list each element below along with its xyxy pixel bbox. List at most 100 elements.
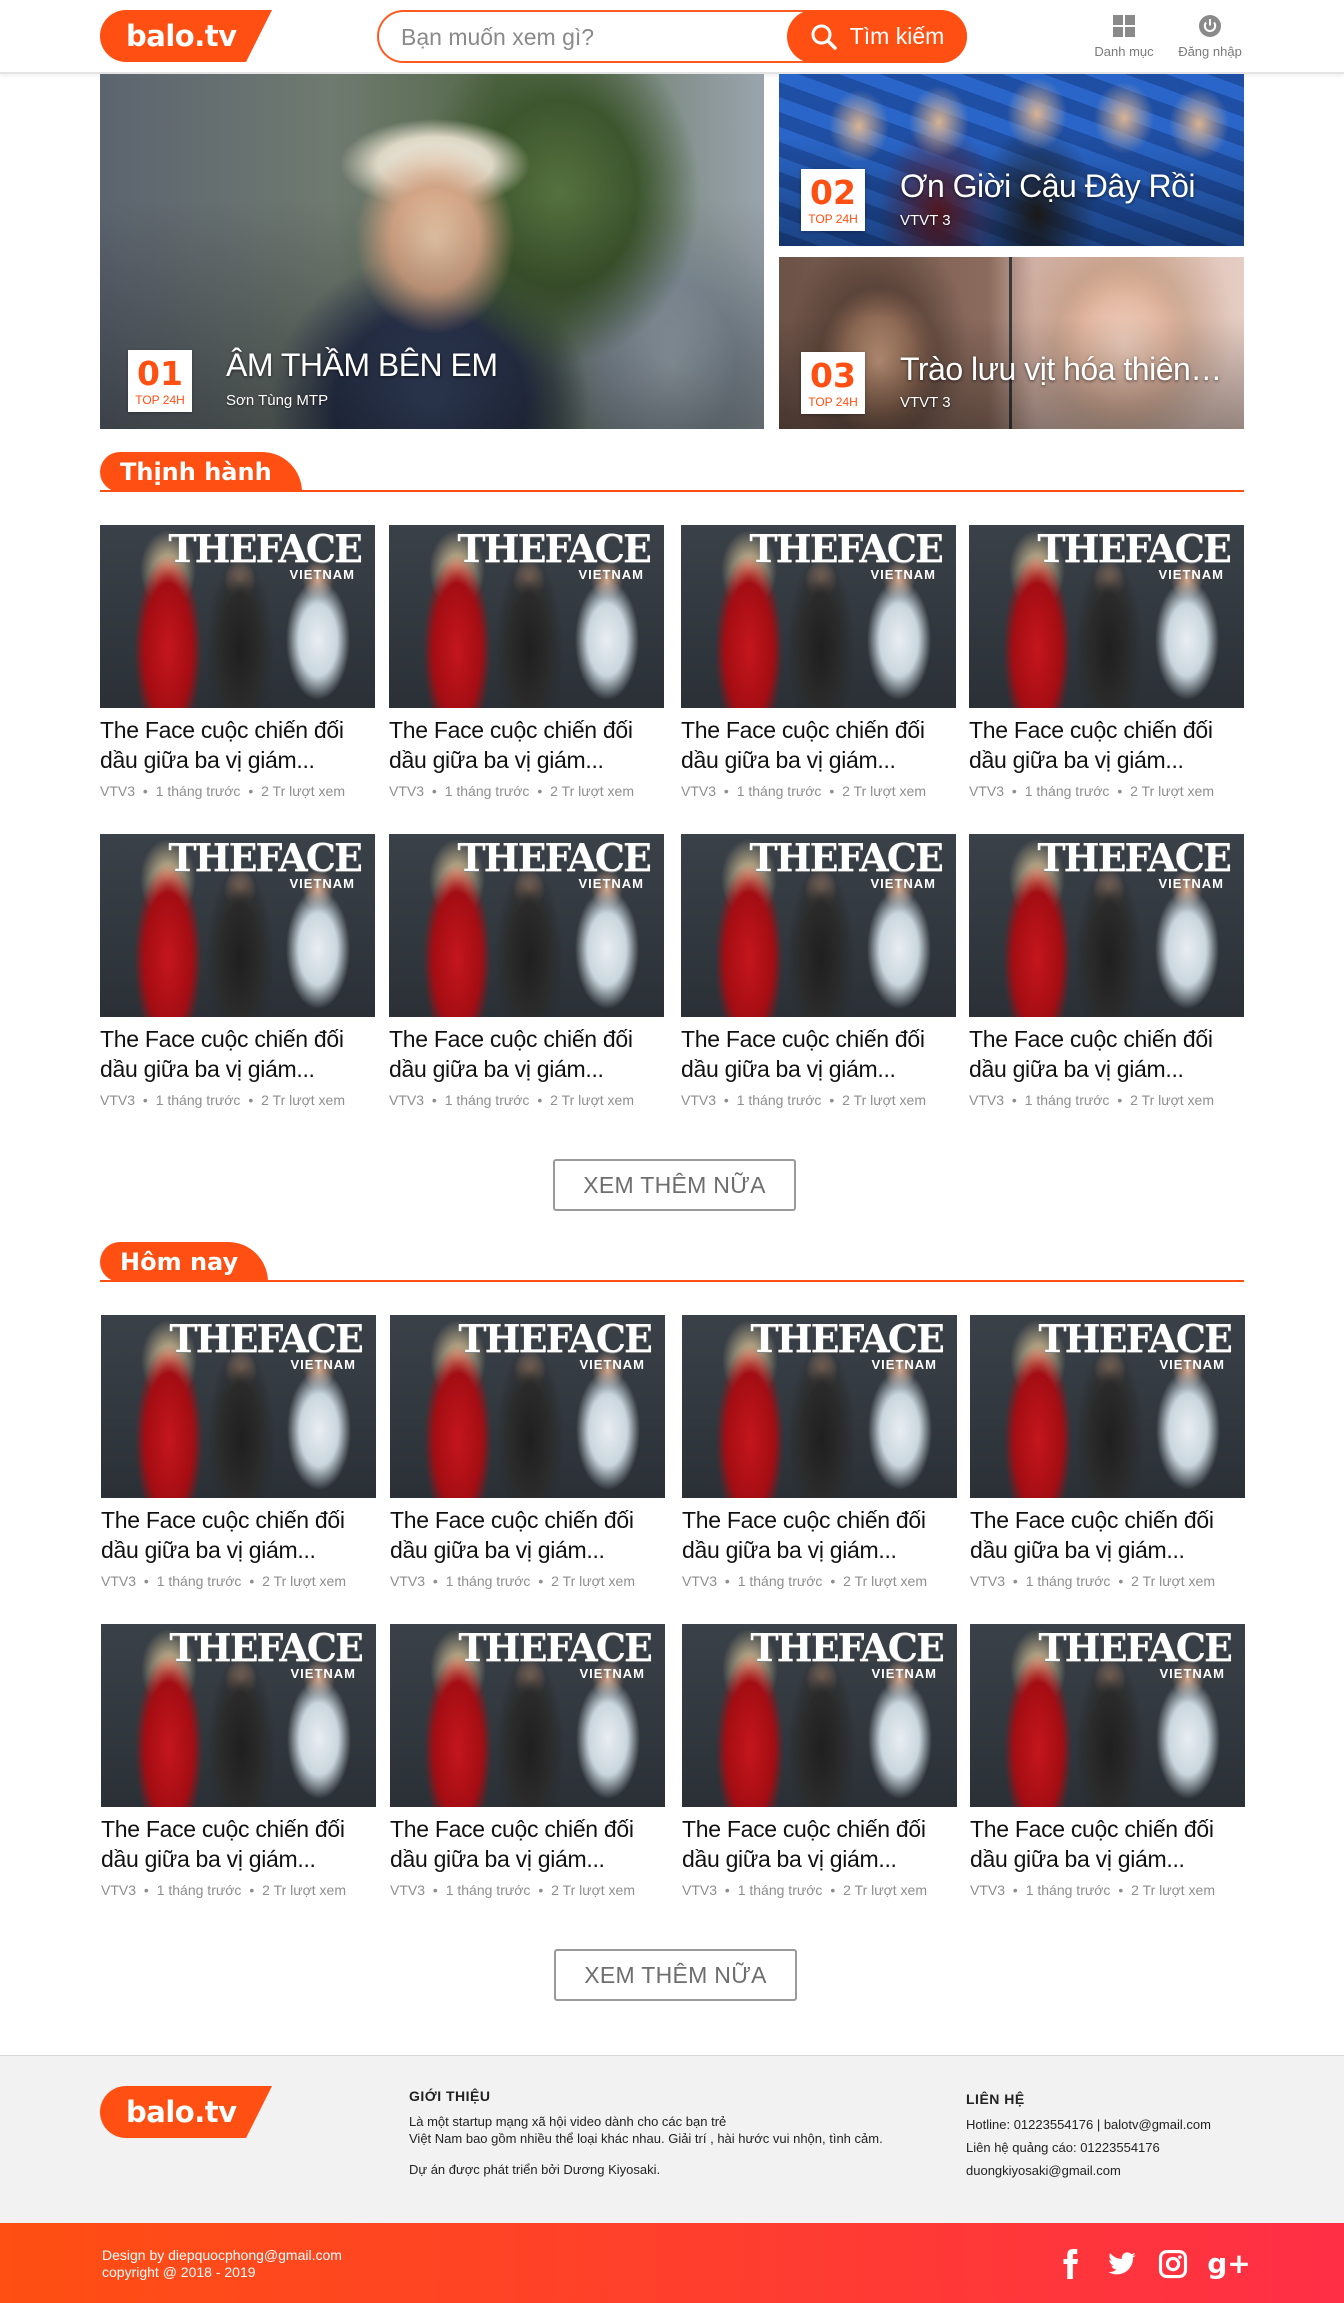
video-title[interactable]: The Face cuộc chiến đối dầu giữa ba vị g… xyxy=(969,715,1244,775)
video-card[interactable]: THEFACE VIETNAM The Face cuộc chiến đối … xyxy=(100,834,375,1124)
video-channel[interactable]: VTV3 xyxy=(970,1573,1005,1589)
video-channel[interactable]: VTV3 xyxy=(101,1573,136,1589)
menu-button[interactable]: Danh mục xyxy=(1084,14,1164,59)
video-title[interactable]: The Face cuộc chiến đối dầu giữa ba vị g… xyxy=(100,715,375,775)
footer-contact-line[interactable]: duongkiyosaki@gmail.com xyxy=(966,2159,1211,2182)
twitter-link[interactable] xyxy=(1105,2247,1139,2281)
logo-text: balo.tv xyxy=(126,2095,237,2129)
video-channel[interactable]: VTV3 xyxy=(970,1882,1005,1898)
video-card[interactable]: THEFACE VIETNAM The Face cuộc chiến đối … xyxy=(969,525,1244,815)
video-channel[interactable]: VTV3 xyxy=(100,1092,135,1108)
video-channel[interactable]: VTV3 xyxy=(681,783,716,799)
video-channel[interactable]: VTV3 xyxy=(682,1882,717,1898)
video-thumbnail[interactable]: THEFACE VIETNAM xyxy=(970,1624,1245,1807)
hero-video-1[interactable]: 01 TOP 24H ÂM THẦM BÊN EM Sơn Tùng MTP xyxy=(100,74,764,429)
see-more-button[interactable]: XEM THÊM NỮA xyxy=(553,1159,796,1211)
video-thumbnail[interactable]: THEFACE VIETNAM xyxy=(681,834,956,1017)
video-title[interactable]: The Face cuộc chiến đối dầu giữa ba vị g… xyxy=(970,1505,1245,1565)
video-channel[interactable]: VTV3 xyxy=(390,1882,425,1898)
video-card[interactable]: THEFACE VIETNAM The Face cuộc chiến đối … xyxy=(970,1315,1245,1605)
video-channel[interactable]: VTV3 xyxy=(389,1092,424,1108)
video-channel[interactable]: VTV3 xyxy=(101,1882,136,1898)
footer-contact-line[interactable]: Hotline: 01223554176 | balotv@gmail.com xyxy=(966,2113,1211,2136)
video-title[interactable]: The Face cuộc chiến đối dầu giữa ba vị g… xyxy=(101,1505,376,1565)
video-channel[interactable]: VTV3 xyxy=(390,1573,425,1589)
video-title[interactable]: The Face cuộc chiến đối dầu giữa ba vị g… xyxy=(681,1024,956,1084)
section-title[interactable]: Thịnh hành xyxy=(100,452,302,492)
video-thumbnail[interactable]: THEFACE VIETNAM xyxy=(970,1315,1245,1498)
video-thumbnail[interactable]: THEFACE VIETNAM xyxy=(681,525,956,708)
video-card[interactable]: THEFACE VIETNAM The Face cuộc chiến đối … xyxy=(101,1315,376,1605)
meta-separator: • xyxy=(248,783,254,799)
site-logo[interactable]: balo.tv xyxy=(100,10,272,62)
thumbnail-logo-text: THEFACE xyxy=(1037,835,1232,880)
video-card[interactable]: THEFACE VIETNAM The Face cuộc chiến đối … xyxy=(389,525,664,815)
video-title[interactable]: The Face cuộc chiến đối dầu giữa ba vị g… xyxy=(101,1814,376,1874)
video-channel[interactable]: VTV3 xyxy=(969,1092,1004,1108)
video-card[interactable]: THEFACE VIETNAM The Face cuộc chiến đối … xyxy=(100,525,375,815)
instagram-link[interactable] xyxy=(1156,2247,1190,2281)
google-plus-link[interactable]: g+ xyxy=(1207,2247,1251,2281)
video-channel[interactable]: VTV3 xyxy=(100,783,135,799)
login-button[interactable]: Đăng nhập xyxy=(1170,14,1250,59)
thumbnail-logo-text: THEFACE xyxy=(1037,526,1232,571)
video-card[interactable]: THEFACE VIETNAM The Face cuộc chiến đối … xyxy=(390,1315,665,1605)
meta-separator: • xyxy=(432,1882,438,1898)
video-thumbnail[interactable]: THEFACE VIETNAM xyxy=(100,834,375,1017)
video-title[interactable]: The Face cuộc chiến đối dầu giữa ba vị g… xyxy=(389,715,664,775)
video-title-line: dầu giữa ba vị giám... xyxy=(682,1537,897,1563)
video-channel[interactable]: VTV3 xyxy=(682,1573,717,1589)
meta-separator: • xyxy=(432,1573,438,1589)
video-channel[interactable]: VTV3 xyxy=(681,1092,716,1108)
see-more-button[interactable]: XEM THÊM NỮA xyxy=(554,1949,797,2001)
video-card[interactable]: THEFACE VIETNAM The Face cuộc chiến đối … xyxy=(970,1624,1245,1914)
footer-logo[interactable]: balo.tv xyxy=(100,2086,272,2138)
video-title[interactable]: The Face cuộc chiến đối dầu giữa ba vị g… xyxy=(390,1505,665,1565)
meta-separator: • xyxy=(1118,1882,1124,1898)
video-title[interactable]: The Face cuộc chiến đối dầu giữa ba vị g… xyxy=(389,1024,664,1084)
thumbnail-logo-subtext: VIETNAM xyxy=(578,567,644,582)
video-thumbnail[interactable]: THEFACE VIETNAM xyxy=(969,525,1244,708)
video-thumbnail[interactable]: THEFACE VIETNAM xyxy=(101,1315,376,1498)
video-title[interactable]: The Face cuộc chiến đối dầu giữa ba vị g… xyxy=(970,1814,1245,1874)
video-title-line: dầu giữa ba vị giám... xyxy=(970,1846,1185,1872)
footer-about-text: Dự án được phát triển bởi Dương Kiyosaki… xyxy=(409,2162,661,2177)
video-thumbnail[interactable]: THEFACE VIETNAM xyxy=(389,834,664,1017)
video-title[interactable]: The Face cuộc chiến đối dầu giữa ba vị g… xyxy=(969,1024,1244,1084)
rank-tag: TOP 24H xyxy=(808,212,858,226)
search-button[interactable]: Tìm kiếm xyxy=(787,10,967,63)
hero-video-3[interactable]: 03 TOP 24H Trào lưu vịt hóa thiên nga VT… xyxy=(779,257,1244,429)
video-channel[interactable]: VTV3 xyxy=(969,783,1004,799)
video-card[interactable]: THEFACE VIETNAM The Face cuộc chiến đối … xyxy=(682,1315,957,1605)
video-title[interactable]: The Face cuộc chiến đối dầu giữa ba vị g… xyxy=(100,1024,375,1084)
video-card[interactable]: THEFACE VIETNAM The Face cuộc chiến đối … xyxy=(681,525,956,815)
video-thumbnail[interactable]: THEFACE VIETNAM xyxy=(682,1624,957,1807)
video-time: 1 tháng trước xyxy=(736,1092,822,1108)
video-meta: VTV3 • 1 tháng trước • 2 Tr lượt xem xyxy=(101,1573,346,1589)
video-title[interactable]: The Face cuộc chiến đối dầu giữa ba vị g… xyxy=(681,715,956,775)
search-bar: Tìm kiếm xyxy=(377,10,967,63)
video-title[interactable]: The Face cuộc chiến đối dầu giữa ba vị g… xyxy=(390,1814,665,1874)
video-title[interactable]: The Face cuộc chiến đối dầu giữa ba vị g… xyxy=(682,1814,957,1874)
video-thumbnail[interactable]: THEFACE VIETNAM xyxy=(969,834,1244,1017)
video-thumbnail[interactable]: THEFACE VIETNAM xyxy=(100,525,375,708)
video-channel[interactable]: VTV3 xyxy=(389,783,424,799)
search-input[interactable] xyxy=(401,21,781,53)
video-card[interactable]: THEFACE VIETNAM The Face cuộc chiến đối … xyxy=(389,834,664,1124)
video-thumbnail[interactable]: THEFACE VIETNAM xyxy=(390,1315,665,1498)
video-thumbnail[interactable]: THEFACE VIETNAM xyxy=(682,1315,957,1498)
video-card[interactable]: THEFACE VIETNAM The Face cuộc chiến đối … xyxy=(390,1624,665,1914)
video-card[interactable]: THEFACE VIETNAM The Face cuộc chiến đối … xyxy=(682,1624,957,1914)
hero-video-2[interactable]: 02 TOP 24H Ơn Giời Cậu Đây Rồi VTVT 3 xyxy=(779,74,1244,246)
video-thumbnail[interactable]: THEFACE VIETNAM xyxy=(390,1624,665,1807)
video-card[interactable]: THEFACE VIETNAM The Face cuộc chiến đối … xyxy=(681,834,956,1124)
meta-separator: • xyxy=(1117,783,1123,799)
video-title-line: dầu giữa ba vị giám... xyxy=(389,1056,604,1082)
video-card[interactable]: THEFACE VIETNAM The Face cuộc chiến đối … xyxy=(969,834,1244,1124)
video-card[interactable]: THEFACE VIETNAM The Face cuộc chiến đối … xyxy=(101,1624,376,1914)
video-title[interactable]: The Face cuộc chiến đối dầu giữa ba vị g… xyxy=(682,1505,957,1565)
facebook-link[interactable] xyxy=(1054,2247,1088,2281)
video-thumbnail[interactable]: THEFACE VIETNAM xyxy=(389,525,664,708)
video-thumbnail[interactable]: THEFACE VIETNAM xyxy=(101,1624,376,1807)
section-title[interactable]: Hôm nay xyxy=(100,1242,269,1282)
